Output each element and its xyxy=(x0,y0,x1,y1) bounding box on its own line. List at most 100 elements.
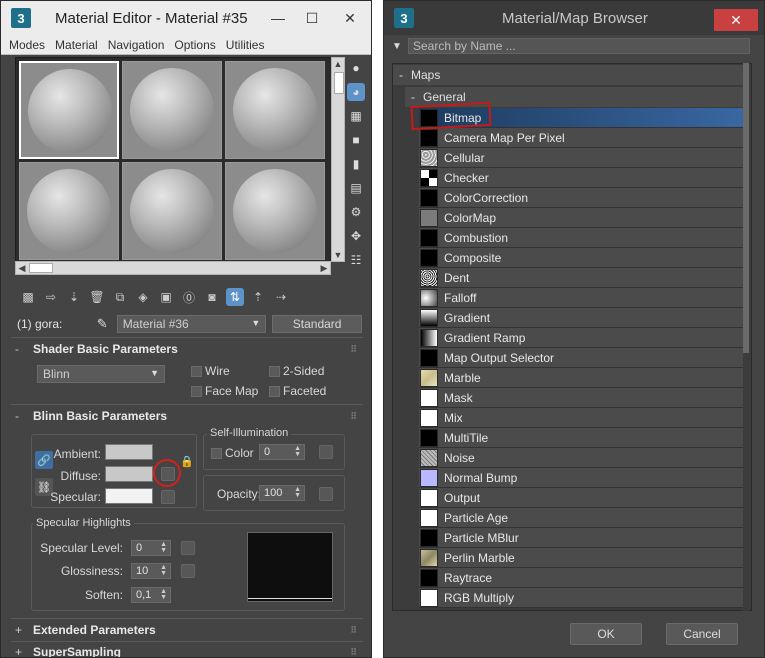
opacity-spinner[interactable]: 100 ▲ ▼ xyxy=(259,485,305,501)
map-item-multitile[interactable]: MultiTile xyxy=(419,428,749,448)
put-to-scene-icon[interactable]: ⇨ xyxy=(42,288,60,306)
sample-slot[interactable] xyxy=(122,61,222,159)
map-item-cellular[interactable]: Cellular xyxy=(419,148,749,168)
assign-to-selection-icon[interactable]: ⇣ xyxy=(65,288,83,306)
maximize-icon[interactable]: ☐ xyxy=(295,1,329,35)
options-icon[interactable]: ⚙ xyxy=(347,203,365,221)
extended-parameters-rollout-header[interactable]: + Extended Parameters ⠿ xyxy=(11,621,363,639)
scrollbar-thumb[interactable] xyxy=(29,263,53,273)
make-unique-icon[interactable]: ◈ xyxy=(134,288,152,306)
specular-map-button[interactable] xyxy=(161,490,175,504)
close-icon[interactable]: ✕ xyxy=(329,1,371,35)
scroll-up-icon[interactable]: ▲ xyxy=(332,58,344,70)
make-preview-icon[interactable]: ▤ xyxy=(347,179,365,197)
specular-color-swatch[interactable] xyxy=(105,488,153,504)
scrollbar-thumb[interactable] xyxy=(334,72,344,94)
go-to-parent-icon[interactable]: ⇡ xyxy=(249,288,267,306)
map-item-camera-map-per-pixel[interactable]: Camera Map Per Pixel xyxy=(419,128,749,148)
specular-level-map-button[interactable] xyxy=(181,541,195,555)
shader-type-dropdown[interactable]: Blinn ▼ xyxy=(37,365,165,383)
menu-utilities[interactable]: Utilities xyxy=(226,38,265,52)
backlight-icon[interactable]: ◕ xyxy=(347,83,365,101)
close-icon[interactable]: ✕ xyxy=(714,9,758,31)
sample-uv-tiling-icon[interactable]: ■ xyxy=(347,131,365,149)
show-end-result-icon[interactable]: ⇅ xyxy=(226,288,244,306)
supersampling-rollout-header[interactable]: + SuperSampling ⠿ xyxy=(11,643,363,657)
map-item-colorcorrection[interactable]: ColorCorrection xyxy=(419,188,749,208)
specular-level-spinner[interactable]: 0 ▲ ▼ xyxy=(131,540,171,556)
map-item-dent[interactable]: Dent xyxy=(419,268,749,288)
face-map-checkbox[interactable]: Face Map xyxy=(191,384,258,398)
diffuse-color-swatch[interactable] xyxy=(105,466,153,482)
self-illum-map-button[interactable] xyxy=(319,445,333,459)
go-forward-to-sibling-icon[interactable]: ⇢ xyxy=(272,288,290,306)
map-item-mix[interactable]: Mix xyxy=(419,408,749,428)
make-copy-icon[interactable]: ⧉ xyxy=(111,288,129,306)
glossiness-map-button[interactable] xyxy=(181,564,195,578)
menu-navigation[interactable]: Navigation xyxy=(108,38,165,52)
cancel-button[interactable]: Cancel xyxy=(666,623,738,645)
show-shaded-in-viewport-icon[interactable]: ◙ xyxy=(203,288,221,306)
scroll-down-icon[interactable]: ▼ xyxy=(332,249,344,261)
map-item-checker[interactable]: Checker xyxy=(419,168,749,188)
ok-button[interactable]: OK xyxy=(570,623,642,645)
sample-slot[interactable] xyxy=(19,61,119,159)
sample-slot[interactable] xyxy=(122,162,222,260)
soften-spinner[interactable]: 0,1 ▲ ▼ xyxy=(131,587,171,603)
material-map-navigator-icon[interactable]: ☷ xyxy=(347,251,365,269)
minimize-icon[interactable]: — xyxy=(261,1,295,35)
sample-slot[interactable] xyxy=(225,61,325,159)
map-item-map-output-selector[interactable]: Map Output Selector xyxy=(419,348,749,368)
map-item-marble[interactable]: Marble xyxy=(419,368,749,388)
material-name-field[interactable]: Material #36 ▼ xyxy=(116,315,267,333)
menu-material[interactable]: Material xyxy=(55,38,98,52)
material-type-button[interactable]: Standard xyxy=(272,315,362,333)
menu-modes[interactable]: Modes xyxy=(9,38,45,52)
sample-type-sphere-icon[interactable]: ● xyxy=(347,59,365,77)
map-item-combustion[interactable]: Combustion xyxy=(419,228,749,248)
map-item-mask[interactable]: Mask xyxy=(419,388,749,408)
map-item-falloff[interactable]: Falloff xyxy=(419,288,749,308)
self-illum-color-checkbox[interactable]: Color xyxy=(211,446,254,460)
put-to-library-icon[interactable]: ▣ xyxy=(157,288,175,306)
map-item-particle-mblur[interactable]: Particle MBlur xyxy=(419,528,749,548)
get-material-icon[interactable]: ▩ xyxy=(19,288,37,306)
map-item-gradient[interactable]: Gradient xyxy=(419,308,749,328)
shader-basic-rollout-header[interactable]: - Shader Basic Parameters ⠿ xyxy=(11,340,363,358)
map-item-particle-age[interactable]: Particle Age xyxy=(419,508,749,528)
scroll-right-icon[interactable]: ▶ xyxy=(318,262,330,274)
map-item-rgb-multiply[interactable]: RGB Multiply xyxy=(419,588,749,608)
video-color-check-icon[interactable]: ▮ xyxy=(347,155,365,173)
scrollbar-thumb[interactable] xyxy=(743,63,749,353)
material-id-channel-icon[interactable]: ⓪ xyxy=(180,288,198,306)
slots-vertical-scrollbar[interactable]: ▲ ▼ xyxy=(331,57,345,262)
background-checker-icon[interactable]: ▦ xyxy=(347,107,365,125)
menu-options[interactable]: Options xyxy=(174,38,215,52)
reset-map-icon[interactable]: 🗑 xyxy=(88,288,106,306)
opacity-map-button[interactable] xyxy=(319,487,333,501)
list-scrollbar[interactable] xyxy=(743,63,749,611)
filter-dropdown-icon[interactable]: ▼ xyxy=(392,41,408,52)
glossiness-spinner[interactable]: 10 ▲ ▼ xyxy=(131,563,171,579)
map-item-noise[interactable]: Noise xyxy=(419,448,749,468)
scroll-left-icon[interactable]: ◀ xyxy=(16,262,28,274)
slots-horizontal-scrollbar[interactable]: ◀ ▶ xyxy=(15,261,331,275)
map-item-gradient-ramp[interactable]: Gradient Ramp xyxy=(419,328,749,348)
sample-slot[interactable] xyxy=(19,162,119,260)
map-item-composite[interactable]: Composite xyxy=(419,248,749,268)
map-item-colormap[interactable]: ColorMap xyxy=(419,208,749,228)
two-sided-checkbox[interactable]: 2-Sided xyxy=(269,364,324,378)
blinn-basic-rollout-header[interactable]: - Blinn Basic Parameters ⠿ xyxy=(11,407,363,425)
eyedropper-icon[interactable]: ✎ xyxy=(97,316,115,332)
faceted-checkbox[interactable]: Faceted xyxy=(269,384,326,398)
ambient-color-swatch[interactable] xyxy=(105,444,153,460)
search-input[interactable]: Search by Name ... xyxy=(408,38,750,54)
sample-slot[interactable] xyxy=(225,162,325,260)
map-item-perlin-marble[interactable]: Perlin Marble xyxy=(419,548,749,568)
map-item-raytrace[interactable]: Raytrace xyxy=(419,568,749,588)
select-by-material-icon[interactable]: ✥ xyxy=(347,227,365,245)
map-item-output[interactable]: Output xyxy=(419,488,749,508)
wire-checkbox[interactable]: Wire xyxy=(191,364,230,378)
category-maps[interactable]: - Maps xyxy=(393,65,749,85)
map-item-normal-bump[interactable]: Normal Bump xyxy=(419,468,749,488)
